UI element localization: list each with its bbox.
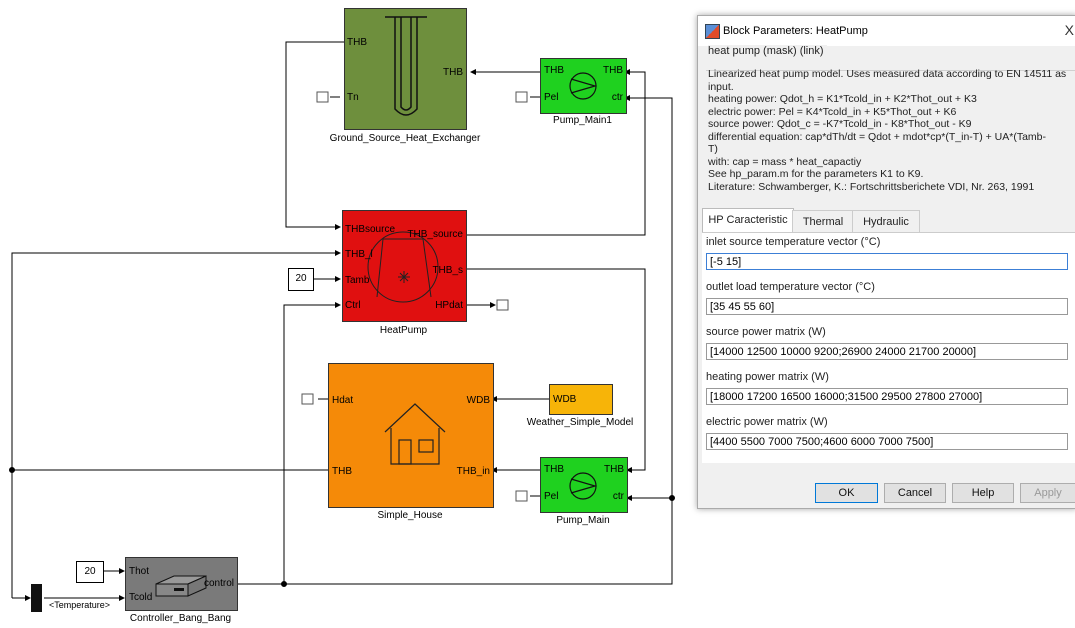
param-label: source power matrix (W): [706, 326, 826, 338]
hp-caracteristic-panel: inlet source temperature vector (°C) [-5…: [702, 232, 1075, 463]
inlet-source-temp-input[interactable]: [-5 15]: [706, 253, 1068, 270]
port-ctrl-label: Ctrl: [345, 300, 361, 311]
electric-power-matrix-input[interactable]: [4400 5500 7000 7500;4600 6000 7000 7500…: [706, 433, 1068, 450]
description-line: with: cap = mass * heat_capactiy: [708, 155, 862, 168]
tamb-constant-block[interactable]: 20: [288, 268, 314, 291]
port-thb-label: THB: [332, 466, 352, 477]
param-label: inlet source temperature vector (°C): [706, 236, 881, 248]
description-line: input.: [708, 80, 734, 93]
description-line: Linearized heat pump model. Uses measure…: [708, 68, 1067, 80]
port-tcold-label: Tcold: [129, 592, 153, 603]
param-label: electric power matrix (W): [706, 416, 828, 428]
port-thb-out-label: THB: [604, 464, 624, 475]
port-thb-in-label: THB: [544, 464, 564, 475]
mask-description: Linearized heat pump model. Uses measure…: [708, 68, 1072, 193]
description-line: differential equation: cap*dTh/dt = Qdot…: [708, 130, 1047, 143]
description-line: See hp_param.m for the parameters K1 to …: [708, 168, 924, 180]
description-line: source power: Qdot_c = -K7*Tcold_in - K8…: [708, 118, 972, 130]
port-thot-label: Thot: [129, 566, 150, 577]
cancel-button[interactable]: Cancel: [884, 483, 946, 503]
tab-thermal[interactable]: Thermal: [792, 210, 854, 233]
port-hdat-label: Hdat: [332, 395, 354, 406]
port-ctr-label: ctr: [611, 92, 623, 103]
dialog-titlebar[interactable]: Block Parameters: HeatPump X: [698, 16, 1075, 46]
ground-heat-exchanger-name[interactable]: Ground_Source_Heat_Exchanger: [310, 133, 500, 144]
house-icon: [384, 403, 446, 465]
port-thb-in-label: THB_in: [456, 466, 490, 477]
port-wdb-label: WDB: [466, 395, 490, 406]
ok-button[interactable]: OK: [815, 483, 878, 503]
description-line: heating power: Qdot_h = K1*Tcold_in + K2…: [708, 93, 977, 105]
param-label: outlet load temperature vector (°C): [706, 281, 875, 293]
port-pel-label: Pel: [544, 491, 559, 502]
pump-main1-name[interactable]: Pump_Main1: [520, 115, 645, 126]
controller-block[interactable]: Thot Tcold control: [125, 557, 238, 611]
description-line: electric power: Pel = K4*Tcold_in + K5*T…: [708, 105, 957, 118]
port-control-label: control: [203, 578, 234, 589]
description-line: Literature: Schwamberger, K.: Fortschrit…: [708, 180, 1035, 193]
port-tamb-label: Tamb: [345, 275, 370, 286]
port-thbsource-in-label: THBsource: [345, 224, 396, 235]
heatpump-block[interactable]: THBsource THB_source THB_l THB_s Tamb Ct…: [342, 210, 467, 322]
port-thb-l-label: THB_l: [345, 249, 373, 260]
weather-block[interactable]: WDB: [549, 384, 613, 415]
simple-house-block[interactable]: Hdat WDB THB THB_in: [328, 363, 494, 508]
port-pel-label: Pel: [544, 92, 559, 103]
simulink-icon: [705, 24, 720, 39]
close-button[interactable]: X: [1065, 22, 1074, 38]
mask-group-title: heat pump (mask) (link): [708, 45, 827, 57]
port-thb-in-label: THB: [544, 65, 564, 76]
tab-hydraulic[interactable]: Hydraulic: [852, 210, 920, 233]
port-ctr-label: ctr: [612, 491, 624, 502]
thot-constant-block[interactable]: 20: [76, 561, 104, 583]
bus-selector-label: <Temperature>: [49, 600, 111, 610]
port-thb-left-label: THB: [347, 37, 367, 48]
port-wdb-out-label: WDB: [553, 394, 577, 405]
pump-main-block[interactable]: THB THB Pel ctr: [540, 457, 628, 513]
tab-hp-caracteristic[interactable]: HP Caracteristic: [702, 208, 794, 233]
pump-main1-block[interactable]: THB THB Pel ctr: [540, 58, 627, 114]
help-button[interactable]: Help: [952, 483, 1014, 503]
port-thb-s-label: THB_s: [432, 265, 463, 276]
pump-main-name[interactable]: Pump_Main: [520, 515, 646, 526]
description-line: T): [708, 143, 718, 155]
simple-house-name[interactable]: Simple_House: [328, 510, 492, 521]
port-tn-label: Tn: [347, 92, 359, 103]
port-thb-right-label: THB: [443, 67, 463, 78]
port-hpdat-label: HPdat: [435, 300, 463, 311]
apply-button[interactable]: Apply: [1020, 483, 1075, 503]
outlet-load-temp-input[interactable]: [35 45 55 60]: [706, 298, 1068, 315]
heatpump-name[interactable]: HeatPump: [342, 325, 465, 336]
port-thb-source-out-label: THB_source: [407, 229, 463, 240]
source-power-matrix-input[interactable]: [14000 12500 10000 9200;26900 24000 2170…: [706, 343, 1068, 360]
weather-name[interactable]: Weather_Simple_Model: [515, 417, 645, 428]
bus-selector-block[interactable]: [31, 584, 42, 612]
controller-name[interactable]: Controller_Bang_Bang: [110, 613, 251, 624]
block-parameters-dialog[interactable]: Block Parameters: HeatPump X heat pump (…: [697, 15, 1075, 509]
ground-heat-exchanger-block[interactable]: THB THB Tn: [344, 8, 467, 130]
heating-power-matrix-input[interactable]: [18000 17200 16500 16000;31500 29500 278…: [706, 388, 1068, 405]
dialog-title: Block Parameters: HeatPump: [723, 25, 868, 37]
param-label: heating power matrix (W): [706, 371, 829, 383]
port-thb-out-label: THB: [603, 65, 623, 76]
